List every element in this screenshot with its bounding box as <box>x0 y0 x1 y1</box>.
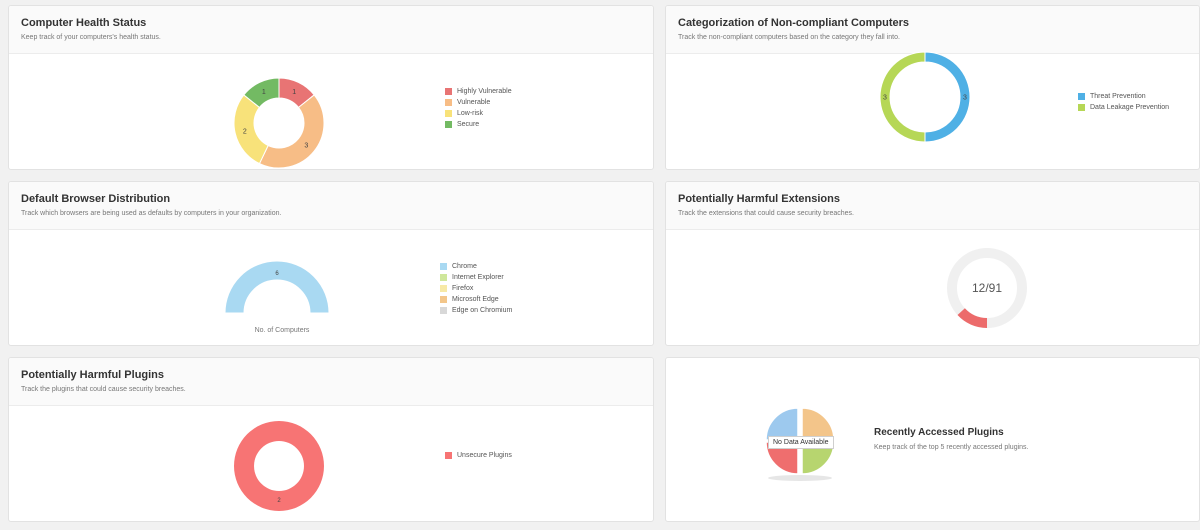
legend-item[interactable]: Threat Prevention <box>1078 91 1169 102</box>
legend-item[interactable]: Vulnerable <box>445 97 512 108</box>
legend-item[interactable]: Edge on Chromium <box>440 305 512 316</box>
slice-value-label: 1 <box>262 89 266 96</box>
legend-item[interactable]: Highly Vulnerable <box>445 86 512 97</box>
gauge-value: 12/91 <box>972 281 1002 295</box>
legend-swatch <box>440 274 447 281</box>
legend-item[interactable]: Unsecure Plugins <box>445 450 512 461</box>
x-axis-label: No. of Computers <box>255 327 310 334</box>
legend-item[interactable]: Data Leakage Prevention <box>1078 102 1169 113</box>
slice-1[interactable] <box>258 94 325 169</box>
slice-value-label: 1 <box>292 89 296 96</box>
legend-label: Data Leakage Prevention <box>1090 104 1169 111</box>
legend-label: Threat Prevention <box>1090 93 1146 100</box>
legend-item[interactable]: Internet Explorer <box>440 272 512 283</box>
legend-swatch <box>445 88 452 95</box>
slice-0-b[interactable] <box>234 421 279 511</box>
slice-value-label: 2 <box>243 128 247 135</box>
plugins-donut-chart[interactable]: 2 <box>9 358 654 522</box>
noncompliant-card: Categorization of Non-compliant Computer… <box>665 5 1200 170</box>
no-data-label: No Data Available <box>768 436 834 449</box>
health-donut-chart[interactable]: 1 3 2 1 <box>9 6 654 170</box>
computer-health-card: Computer Health Status Keep track of you… <box>8 5 654 170</box>
legend-label: Unsecure Plugins <box>457 452 512 459</box>
legend-swatch <box>445 110 452 117</box>
legend-item[interactable]: Microsoft Edge <box>440 294 512 305</box>
slice-0[interactable] <box>279 421 324 511</box>
legend-swatch <box>445 121 452 128</box>
legend-label: Edge on Chromium <box>452 307 513 314</box>
legend-label: Internet Explorer <box>452 274 504 281</box>
legend-swatch <box>440 296 447 303</box>
legend-label: Microsoft Edge <box>452 296 499 303</box>
legend-label: Low-risk <box>457 110 484 117</box>
placeholder-pie-shadow <box>768 475 832 481</box>
legend-label: Secure <box>457 121 480 128</box>
browser-distribution-card: Default Browser Distribution Track which… <box>8 181 654 346</box>
slice-value-label: 3 <box>883 95 887 102</box>
legend-label: Highly Vulnerable <box>457 88 512 95</box>
browser-legend: Chrome Internet Explorer Firefox Microsoft … <box>440 261 512 316</box>
slice-value-label: 3 <box>304 142 308 149</box>
legend-item[interactable]: Low-risk <box>445 108 512 119</box>
legend-swatch <box>1078 104 1085 111</box>
legend-item[interactable]: Secure <box>445 119 512 130</box>
card-subtitle: Keep track of the top 5 recently accesse… <box>874 444 1029 451</box>
health-legend: Highly Vulnerable Vulnerable Low-risk Secur… <box>445 86 512 130</box>
slice-value-label: 3 <box>963 95 967 102</box>
slice-0[interactable] <box>224 260 330 314</box>
legend-item[interactable]: Chrome <box>440 261 512 272</box>
legend-swatch <box>440 263 447 270</box>
browser-semi-donut-chart[interactable]: 6No. of Computers <box>9 182 654 346</box>
card-title: Recently Accessed Plugins <box>874 427 1004 438</box>
legend-swatch <box>445 452 452 459</box>
legend-swatch <box>440 307 447 314</box>
legend-item[interactable]: Firefox <box>440 283 512 294</box>
slice-2[interactable] <box>233 94 269 165</box>
legend-swatch <box>1078 93 1085 100</box>
legend-swatch <box>440 285 447 292</box>
recent-plugins-card: No Data Available Recently Accessed Plug… <box>665 357 1200 522</box>
extensions-gauge-chart[interactable]: 12/91 <box>666 182 1200 346</box>
noncompliant-legend: Threat Prevention Data Leakage Prevention <box>1078 91 1169 113</box>
legend-label: Chrome <box>452 263 477 270</box>
noncompliant-donut-chart[interactable]: 33 <box>666 6 1200 170</box>
legend-label: Firefox <box>452 285 474 292</box>
plugins-legend: Unsecure Plugins <box>445 450 512 461</box>
harmful-extensions-card: Potentially Harmful Extensions Track the… <box>665 181 1200 346</box>
harmful-plugins-card: Potentially Harmful Plugins Track the pl… <box>8 357 654 522</box>
legend-label: Vulnerable <box>457 99 491 106</box>
legend-swatch <box>445 99 452 106</box>
gauge-fill[interactable] <box>957 308 987 328</box>
